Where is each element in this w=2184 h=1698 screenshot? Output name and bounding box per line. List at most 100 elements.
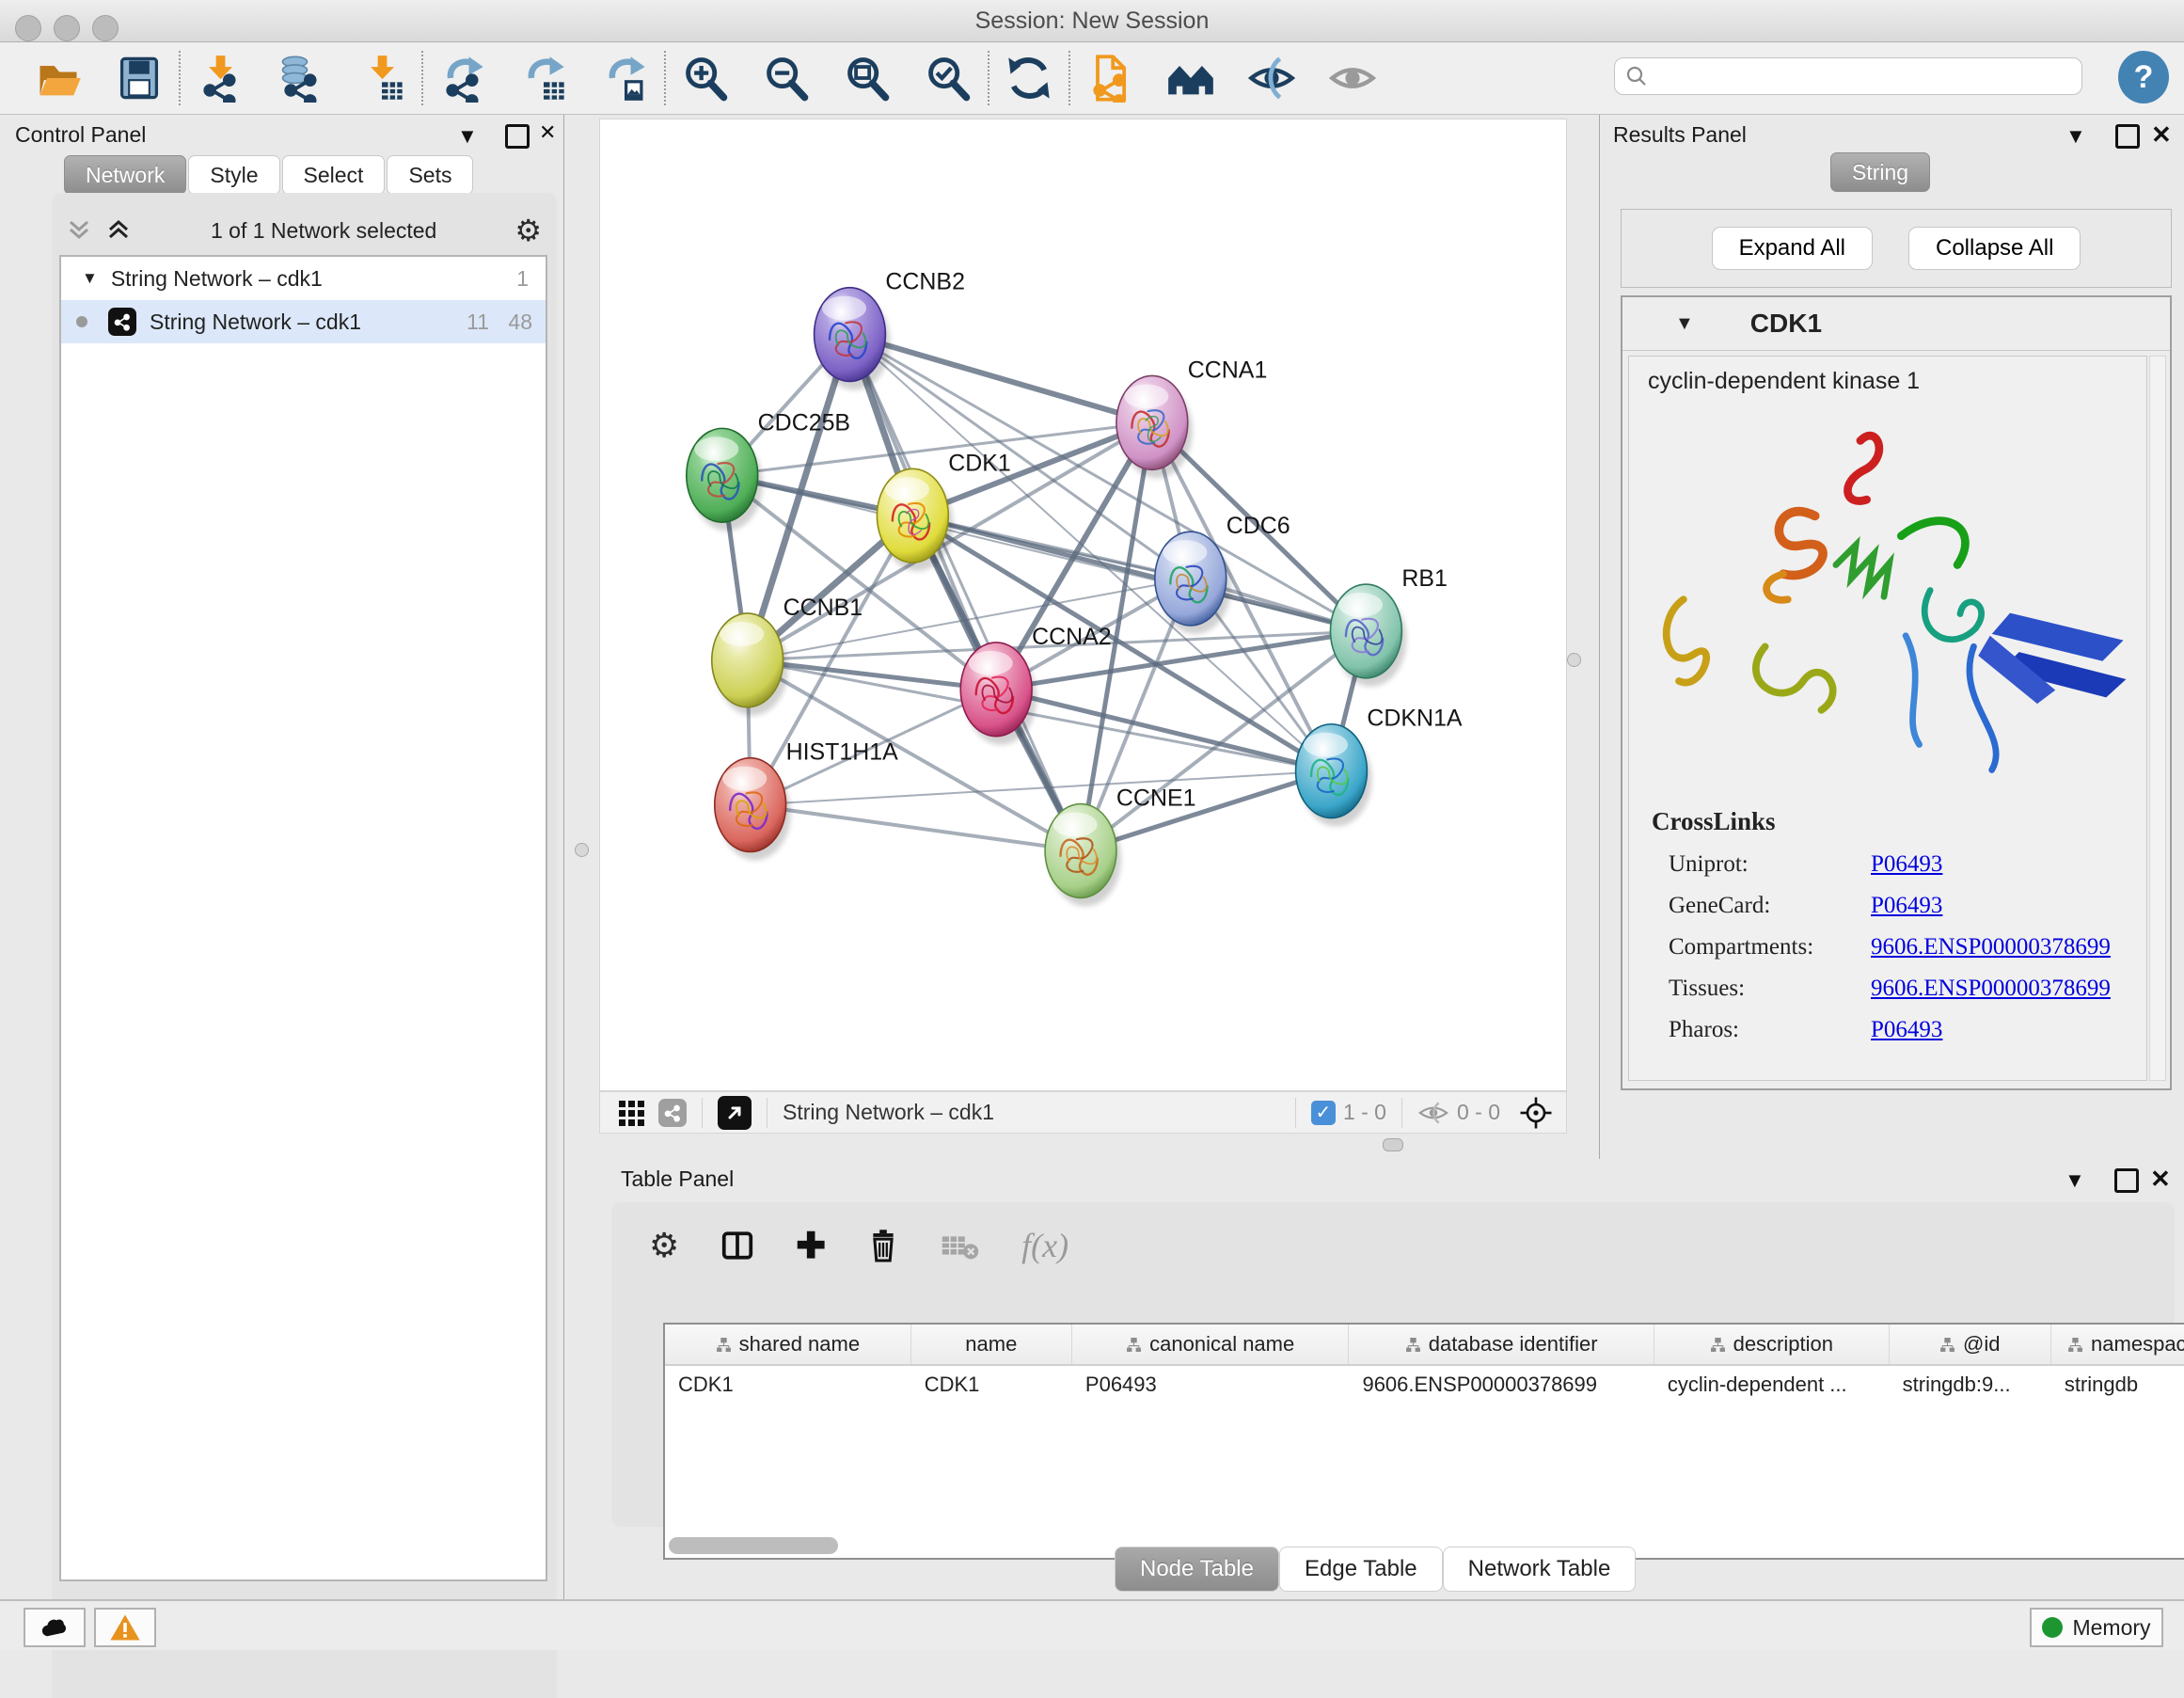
- close-panel-icon[interactable]: ✕: [539, 122, 556, 143]
- zoom-fit-button[interactable]: [841, 52, 894, 104]
- graph-node-CCNA2[interactable]: [960, 643, 1032, 737]
- graph-node-CCNB2[interactable]: [815, 288, 886, 382]
- collapse-all-icon[interactable]: [65, 218, 93, 243]
- crosslink-link[interactable]: 9606.ENSP00000378699: [1871, 934, 2111, 960]
- table-cell[interactable]: CDK1: [665, 1373, 911, 1397]
- tab-select[interactable]: Select: [282, 155, 386, 195]
- tab-sets[interactable]: Sets: [387, 155, 473, 195]
- open-file-button[interactable]: [32, 52, 85, 104]
- save-session-button[interactable]: [113, 52, 166, 104]
- graph-node-CDC25B[interactable]: [687, 428, 758, 522]
- tab-node-table[interactable]: Node Table: [1115, 1547, 1279, 1592]
- column-type-icon: [1405, 1337, 1421, 1353]
- warning-button[interactable]: [94, 1608, 156, 1647]
- delete-row-trash-icon[interactable]: [867, 1228, 899, 1263]
- zoom-window-icon[interactable]: [92, 15, 119, 41]
- selected-nodes-checkbox[interactable]: ✓: [1311, 1101, 1336, 1125]
- graph-node-RB1[interactable]: [1330, 584, 1401, 678]
- left-splitter-handle[interactable]: [575, 843, 589, 857]
- collapse-results-panel-icon[interactable]: ▼: [2065, 126, 2086, 147]
- tab-string[interactable]: String: [1830, 152, 1930, 192]
- tab-edge-table[interactable]: Edge Table: [1279, 1547, 1443, 1592]
- close-results-panel-icon[interactable]: ✕: [2151, 122, 2172, 147]
- crosslink-link[interactable]: 9606.ENSP00000378699: [1871, 976, 2111, 1002]
- export-network-button[interactable]: [436, 52, 489, 104]
- crosslink-link[interactable]: P06493: [1871, 893, 1942, 919]
- horizontal-splitter-handle[interactable]: [1383, 1138, 1403, 1151]
- home-pair-button[interactable]: [1164, 52, 1217, 104]
- column-header-database-identifier[interactable]: database identifier: [1349, 1325, 1654, 1364]
- minimize-window-icon[interactable]: [54, 15, 80, 41]
- collapse-gene-icon[interactable]: ▼: [1675, 313, 1694, 335]
- zoom-out-button[interactable]: [760, 52, 813, 104]
- table-cell[interactable]: 9606.ENSP00000378699: [1349, 1373, 1654, 1397]
- import-table-file-button[interactable]: [356, 52, 408, 104]
- hide-panels-button[interactable]: [1245, 52, 1298, 104]
- node-table[interactable]: shared namenamecanonical namedatabase id…: [663, 1323, 2184, 1560]
- graph-node-HIST1H1A[interactable]: [715, 758, 786, 852]
- table-cell[interactable]: stringdb:9...: [1890, 1373, 2051, 1397]
- crosslink-link[interactable]: P06493: [1871, 1017, 1942, 1043]
- grid-view-icon[interactable]: [617, 1099, 645, 1127]
- add-row-icon[interactable]: ✚: [796, 1225, 826, 1267]
- column-header-canonical-name[interactable]: canonical name: [1072, 1325, 1350, 1364]
- expand-all-icon[interactable]: [104, 218, 133, 243]
- cloud-button[interactable]: [24, 1608, 86, 1647]
- network-collection-row[interactable]: ▼String Network – cdk11: [61, 257, 546, 300]
- graph-node-CDK1[interactable]: [877, 468, 948, 563]
- help-button[interactable]: ?: [2118, 51, 2169, 103]
- column-header-shared-name[interactable]: shared name: [665, 1325, 911, 1364]
- network-canvas[interactable]: CCNB2CCNA1CDC25BCDK1CDC6RB1CCNB1CCNA2CDK…: [599, 119, 1567, 1091]
- birdseye-view-icon[interactable]: [718, 1096, 752, 1130]
- import-network-file-button[interactable]: [194, 52, 246, 104]
- float-table-panel-icon[interactable]: [2114, 1168, 2139, 1193]
- string-document-button[interactable]: [1084, 52, 1136, 104]
- column-header-description[interactable]: description: [1654, 1325, 1890, 1364]
- graph-node-CDC6[interactable]: [1155, 532, 1227, 626]
- show-panels-button[interactable]: [1326, 52, 1379, 104]
- network-options-gear-icon[interactable]: ⚙: [514, 213, 542, 248]
- collapse-tree-icon[interactable]: ▼: [82, 269, 98, 288]
- tab-network-table[interactable]: Network Table: [1443, 1547, 1637, 1592]
- memory-button[interactable]: Memory: [2030, 1608, 2163, 1647]
- table-cell[interactable]: CDK1: [911, 1373, 1072, 1397]
- graph-node-CDKN1A[interactable]: [1296, 724, 1368, 818]
- refresh-layout-button[interactable]: [1003, 52, 1055, 104]
- table-hscrollbar-thumb[interactable]: [669, 1537, 838, 1554]
- table-row[interactable]: CDK1CDK1P064939606.ENSP00000378699cyclin…: [665, 1366, 2184, 1404]
- float-results-panel-icon[interactable]: [2115, 124, 2140, 149]
- graph-node-CCNA1[interactable]: [1116, 375, 1188, 469]
- crosslink-link[interactable]: P06493: [1871, 851, 1942, 878]
- import-network-database-button[interactable]: [275, 52, 327, 104]
- zoom-in-button[interactable]: [679, 52, 732, 104]
- expand-all-button[interactable]: Expand All: [1712, 227, 1873, 270]
- close-table-panel-icon[interactable]: ✕: [2150, 1166, 2171, 1191]
- column-header--id[interactable]: @id: [1890, 1325, 2051, 1364]
- column-header-name[interactable]: name: [911, 1325, 1072, 1364]
- column-header-namespace[interactable]: namespace: [2051, 1325, 2184, 1364]
- export-image-button[interactable]: [598, 52, 651, 104]
- search-input[interactable]: [1649, 63, 2081, 89]
- close-window-icon[interactable]: [15, 15, 41, 41]
- fit-selected-crosshair-icon[interactable]: [1519, 1096, 1553, 1130]
- split-columns-icon[interactable]: [720, 1229, 754, 1262]
- table-gear-icon[interactable]: ⚙: [649, 1226, 679, 1265]
- float-panel-icon[interactable]: [505, 124, 530, 149]
- tab-style[interactable]: Style: [188, 155, 279, 195]
- tab-network[interactable]: Network: [64, 155, 186, 195]
- graph-node-CCNB1[interactable]: [712, 613, 783, 707]
- collapse-table-panel-icon[interactable]: ▼: [2065, 1170, 2085, 1191]
- zoom-selected-button[interactable]: [922, 52, 974, 104]
- collapse-all-button[interactable]: Collapse All: [1908, 227, 2081, 270]
- graph-node-CCNE1[interactable]: [1045, 804, 1116, 898]
- table-cell[interactable]: cyclin-dependent ...: [1654, 1373, 1890, 1397]
- search-box[interactable]: [1614, 57, 2082, 95]
- right-splitter-handle[interactable]: [1567, 653, 1581, 667]
- network-share-view-icon[interactable]: [658, 1099, 687, 1127]
- collapse-panel-icon[interactable]: ▼: [457, 126, 478, 147]
- network-row[interactable]: String Network – cdk11148: [61, 300, 546, 343]
- results-scrollbar[interactable]: [2149, 356, 2166, 1081]
- table-cell[interactable]: P06493: [1072, 1373, 1350, 1397]
- table-cell[interactable]: stringdb: [2051, 1373, 2184, 1397]
- export-table-button[interactable]: [517, 52, 570, 104]
